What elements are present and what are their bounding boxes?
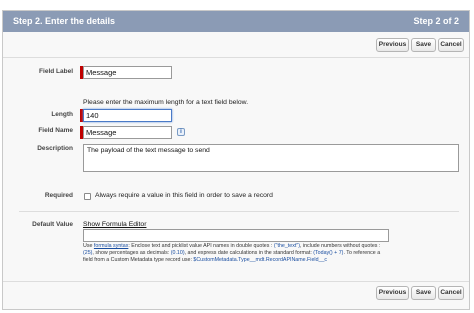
cancel-button-bottom[interactable]: Cancel: [438, 286, 464, 300]
description-label: Description: [37, 145, 73, 152]
help-text: , include numbers without quotes :: [299, 243, 381, 249]
step-indicator: Step 2 of 2: [413, 16, 459, 26]
field-label-label: Field Label: [39, 68, 73, 75]
description-textarea[interactable]: The payload of the text message to send: [83, 144, 459, 172]
default-value-label: Default Value: [32, 221, 73, 228]
help-example: ("the_text"): [273, 243, 300, 249]
help-text: : Enclose text and picklist value API na…: [128, 243, 274, 249]
save-button-top[interactable]: Save: [411, 38, 436, 52]
required-label: Required: [44, 192, 73, 199]
formula-syntax-link[interactable]: formula syntax: [94, 243, 128, 249]
show-formula-editor-link[interactable]: Show Formula Editor: [83, 221, 146, 228]
section-divider: [19, 211, 459, 212]
length-input[interactable]: 140: [83, 109, 172, 122]
field-name-label: Field Name: [38, 127, 73, 134]
help-example: $CustomMetadata.Type__mdt.RecordAPIName.…: [193, 257, 328, 263]
default-value-input[interactable]: [83, 229, 389, 242]
field-label-input[interactable]: Message: [83, 66, 172, 79]
save-button-bottom[interactable]: Save: [411, 286, 436, 300]
step-header: Step 2. Enter the details Step 2 of 2: [3, 11, 469, 32]
length-label: Length: [51, 111, 73, 118]
cancel-button-top[interactable]: Cancel: [438, 38, 464, 52]
step-title: Step 2. Enter the details: [13, 16, 116, 26]
wizard-panel: Step 2. Enter the details Step 2 of 2 Pr…: [2, 10, 470, 310]
previous-button-top[interactable]: Previous: [376, 38, 409, 52]
help-text: , and express date calculations in the s…: [184, 250, 314, 256]
field-name-input[interactable]: Message: [83, 126, 172, 139]
formula-help-text: Use formula syntax: Enclose text and pic…: [83, 243, 383, 264]
help-text: Use: [83, 243, 94, 249]
help-example: (0.10): [170, 250, 185, 256]
help-example: (Today() + 7): [313, 250, 344, 256]
help-text: , show percentages as decimals:: [92, 250, 171, 256]
required-checkbox-label: Always require a value in this field in …: [95, 192, 273, 199]
top-divider: [3, 57, 469, 58]
length-hint: Please enter the maximum length for a te…: [83, 99, 249, 106]
help-example: (25): [83, 250, 93, 256]
info-icon[interactable]: i: [177, 128, 185, 136]
required-checkbox[interactable]: [84, 193, 91, 200]
previous-button-bottom[interactable]: Previous: [376, 286, 409, 300]
bottom-divider: [3, 281, 469, 282]
